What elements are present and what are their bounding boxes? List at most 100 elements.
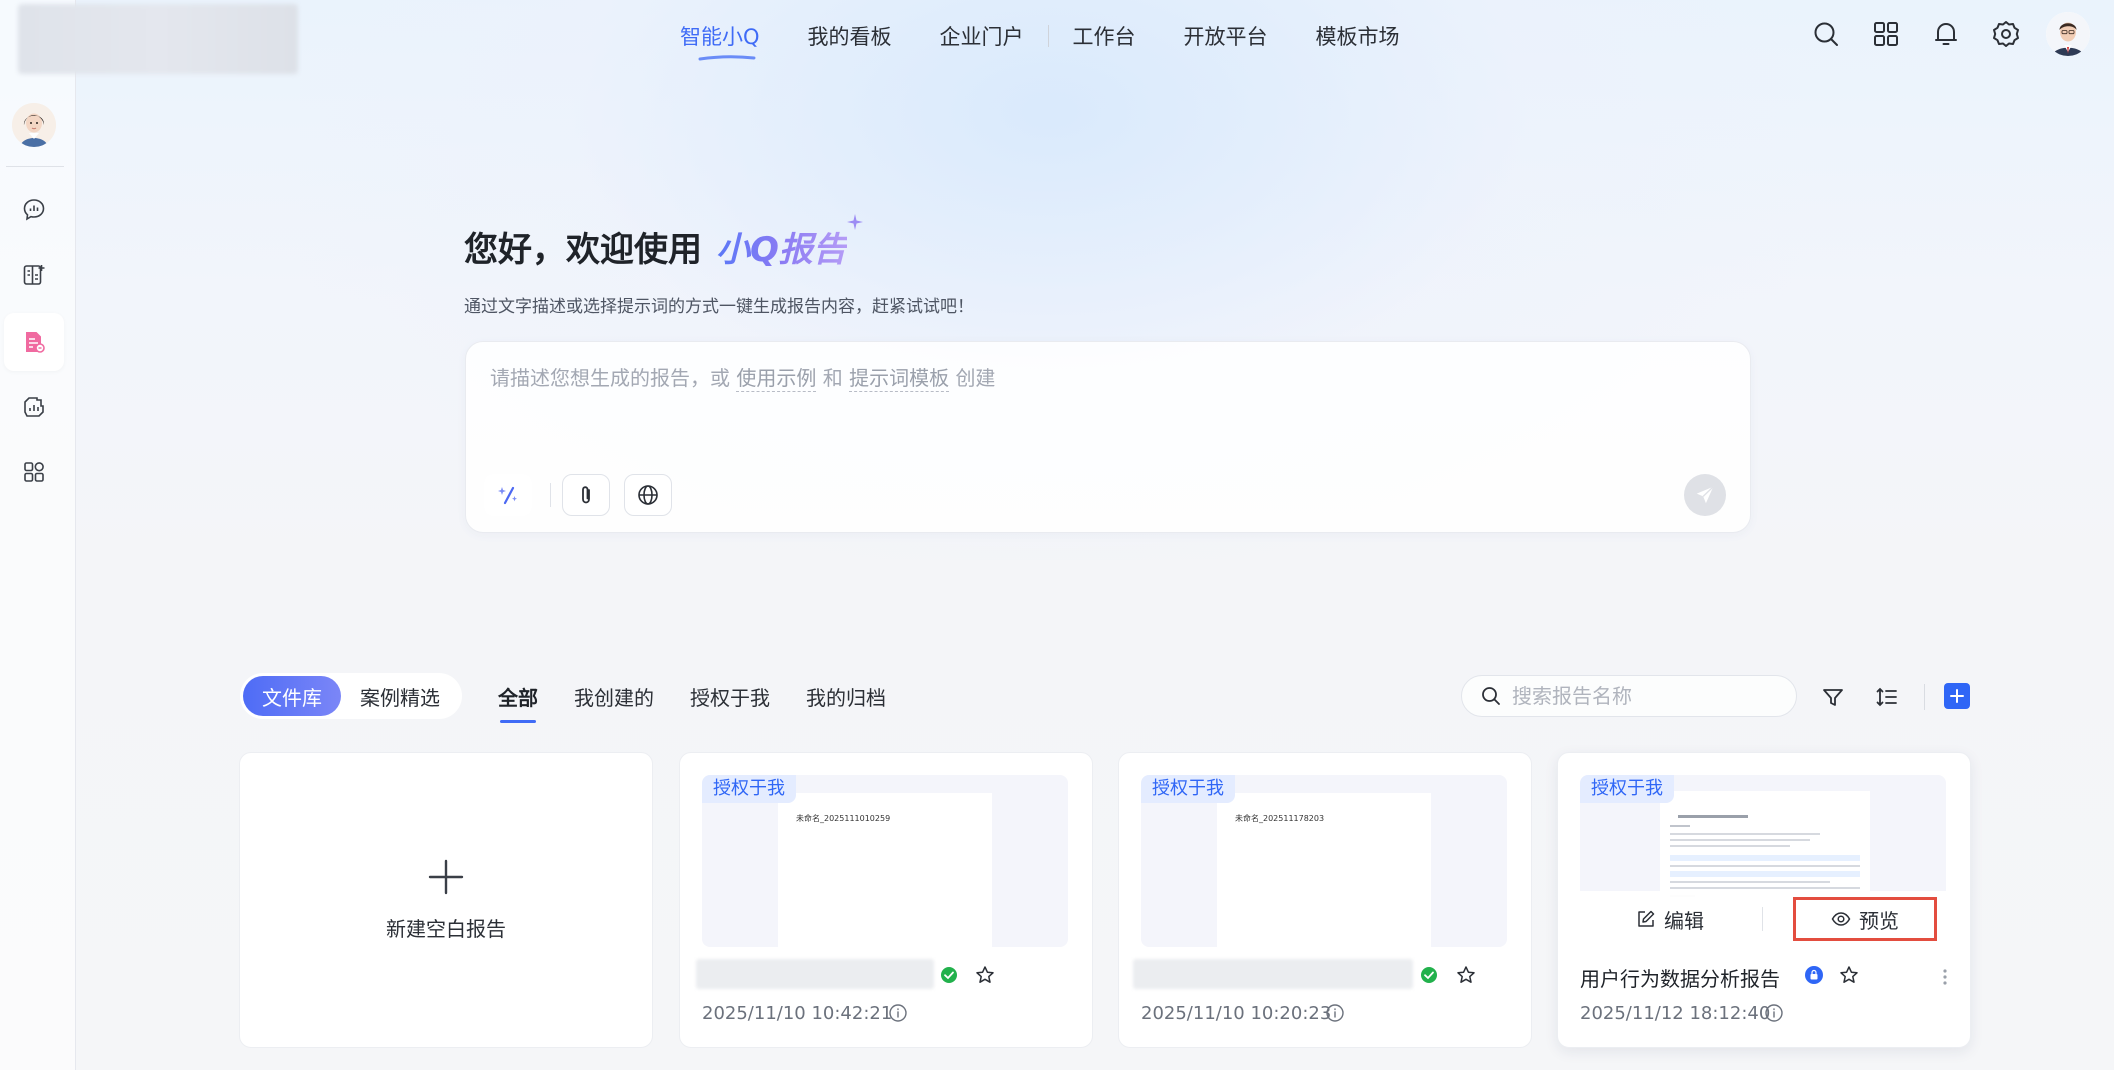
prompt-prefix: 请描述您想生成的报告，或 bbox=[490, 366, 730, 390]
prompt-middle: 和 bbox=[822, 366, 843, 390]
segment-featured-cases[interactable]: 案例精选 bbox=[341, 676, 459, 716]
thumbnail-page: 未命名_2025111010259 bbox=[778, 793, 992, 947]
report-thumbnail[interactable]: 未命名_202511178203 授权于我 bbox=[1141, 775, 1507, 947]
magic-wand-icon bbox=[498, 486, 517, 505]
send-button[interactable] bbox=[1684, 474, 1726, 516]
report-search-input[interactable] bbox=[1512, 684, 1772, 708]
left-sidebar bbox=[0, 0, 76, 1070]
more-options-icon[interactable] bbox=[1942, 967, 1948, 987]
nav-item-open-platform[interactable]: 开放平台 bbox=[1184, 21, 1268, 51]
top-navigation: 智能小Q 我的看板 企业门户 工作台 开放平台 模板市场 bbox=[680, 14, 1448, 58]
segment-file-library[interactable]: 文件库 bbox=[243, 676, 341, 716]
library-segment-switch: 文件库 案例精选 bbox=[240, 673, 462, 719]
search-icon bbox=[1814, 22, 1838, 46]
star-icon[interactable] bbox=[974, 964, 996, 986]
sidebar-divider bbox=[6, 166, 64, 167]
search-button[interactable] bbox=[1806, 14, 1846, 54]
info-icon[interactable] bbox=[888, 1003, 908, 1023]
board-add-icon bbox=[23, 265, 45, 285]
sidebar-item-report[interactable] bbox=[4, 313, 64, 371]
star-icon[interactable] bbox=[1455, 964, 1477, 986]
nav-item-workbench[interactable]: 工作台 bbox=[1073, 21, 1136, 51]
sort-icon bbox=[1876, 687, 1897, 707]
report-search-box[interactable] bbox=[1461, 675, 1797, 717]
plus-icon bbox=[428, 859, 464, 894]
sidebar-item-data-analysis[interactable] bbox=[4, 378, 64, 436]
notifications-button[interactable] bbox=[1926, 14, 1966, 54]
sidebar-item-chat[interactable] bbox=[4, 181, 64, 239]
attach-file-button[interactable] bbox=[562, 474, 610, 516]
top-right-tools bbox=[1786, 12, 2090, 56]
edit-button[interactable]: 编辑 bbox=[1610, 897, 1730, 941]
tab-created-by-me[interactable]: 我创建的 bbox=[574, 682, 654, 711]
bell-icon bbox=[1935, 23, 1957, 45]
nav-item-portal[interactable]: 企业门户 bbox=[940, 21, 1024, 51]
edit-label: 编辑 bbox=[1664, 908, 1704, 933]
success-check-icon bbox=[1421, 967, 1437, 983]
report-date: 2025/11/12 18:12:40 bbox=[1580, 1003, 1771, 1024]
report-name[interactable]: 用户行为数据分析报告 bbox=[1580, 963, 1780, 992]
user-avatar[interactable] bbox=[2046, 12, 2090, 56]
new-blank-report-card[interactable]: 新建空白报告 bbox=[239, 752, 653, 1048]
info-icon[interactable] bbox=[1764, 1003, 1784, 1023]
report-name-blurred bbox=[696, 959, 934, 989]
sort-button[interactable] bbox=[1872, 682, 1902, 712]
report-card[interactable]: 未命名_2025111010259 授权于我 2025/11/10 10:42:… bbox=[679, 752, 1093, 1048]
magic-polish-button[interactable] bbox=[484, 474, 532, 516]
data-chart-icon bbox=[24, 397, 44, 417]
success-check-icon bbox=[941, 967, 957, 983]
plus-icon bbox=[1950, 689, 1964, 703]
star-icon[interactable] bbox=[1838, 964, 1860, 986]
prompt-placeholder: 请描述您想生成的报告，或 使用示例 和 提示词模板 创建 bbox=[490, 362, 995, 392]
eye-icon bbox=[1831, 912, 1851, 926]
send-icon bbox=[1696, 486, 1714, 504]
settings-button[interactable] bbox=[1986, 14, 2026, 54]
nav-item-template-market[interactable]: 模板市场 bbox=[1316, 21, 1400, 51]
nav-divider bbox=[1047, 25, 1049, 47]
report-name-blurred bbox=[1133, 959, 1413, 989]
nav-item-my-board[interactable]: 我的看板 bbox=[808, 21, 892, 51]
filter-icon bbox=[1823, 689, 1843, 706]
gear-icon bbox=[1993, 21, 2019, 47]
preview-button[interactable]: 预览 bbox=[1793, 897, 1937, 941]
apps-grid-icon bbox=[24, 462, 44, 482]
company-logo-blurred[interactable] bbox=[18, 4, 298, 74]
thumbnail-page: 未命名_202511178203 bbox=[1217, 793, 1431, 947]
info-icon[interactable] bbox=[1325, 1003, 1345, 1023]
product-brand: 小Q报告 bbox=[716, 214, 863, 271]
prompt-template-link[interactable]: 提示词模板 bbox=[849, 366, 950, 392]
tab-shared-with-me[interactable]: 授权于我 bbox=[690, 682, 770, 711]
apps-button[interactable] bbox=[1866, 14, 1906, 54]
thumbnail-doc-title: 未命名_2025111010259 bbox=[796, 814, 891, 823]
report-card[interactable]: 未命名_202511178203 授权于我 2025/11/10 10:20:2… bbox=[1118, 752, 1532, 1048]
nav-item-smart-q[interactable]: 智能小Q bbox=[680, 21, 760, 51]
active-nav-underline bbox=[698, 55, 756, 61]
assistant-avatar[interactable] bbox=[12, 103, 56, 147]
welcome-subtitle: 通过文字描述或选择提示词的方式一键生成报告内容，赶紧试试吧！ bbox=[464, 297, 974, 317]
shared-tag: 授权于我 bbox=[702, 775, 796, 803]
brand-text: 小Q报告 bbox=[716, 230, 847, 270]
report-card-hovered[interactable]: 授权于我 编辑 预览 用户行为数据分析报告 2025/11/12 18:12:4… bbox=[1557, 752, 1971, 1048]
thumbnail-doc-title: 未命名_202511178203 bbox=[1235, 814, 1325, 823]
tab-all[interactable]: 全部 bbox=[498, 682, 538, 723]
use-example-link[interactable]: 使用示例 bbox=[736, 366, 817, 392]
web-search-button[interactable] bbox=[624, 474, 672, 516]
report-thumbnail[interactable]: 未命名_2025111010259 授权于我 bbox=[702, 775, 1068, 947]
permission-badge bbox=[1805, 966, 1823, 984]
sidebar-item-apps[interactable] bbox=[4, 443, 64, 501]
preview-label: 预览 bbox=[1859, 908, 1899, 933]
report-prompt-input[interactable]: 请描述您想生成的报告，或 使用示例 和 提示词模板 创建 bbox=[465, 341, 1751, 533]
action-divider bbox=[1762, 907, 1763, 931]
report-document-icon bbox=[26, 332, 45, 353]
filter-button[interactable] bbox=[1818, 682, 1848, 712]
tab-my-archive[interactable]: 我的归档 bbox=[806, 682, 886, 711]
chat-analytics-icon bbox=[23, 199, 45, 221]
paperclip-icon bbox=[582, 486, 590, 504]
sidebar-item-dashboard[interactable] bbox=[4, 246, 64, 304]
globe-icon bbox=[638, 485, 658, 505]
lock-icon bbox=[1810, 969, 1818, 980]
report-filter-tabs: 全部 我创建的 授权于我 我的归档 bbox=[498, 682, 922, 723]
toolbar-divider bbox=[1924, 684, 1925, 710]
grid-icon bbox=[1874, 22, 1898, 46]
add-report-button[interactable] bbox=[1944, 683, 1970, 709]
